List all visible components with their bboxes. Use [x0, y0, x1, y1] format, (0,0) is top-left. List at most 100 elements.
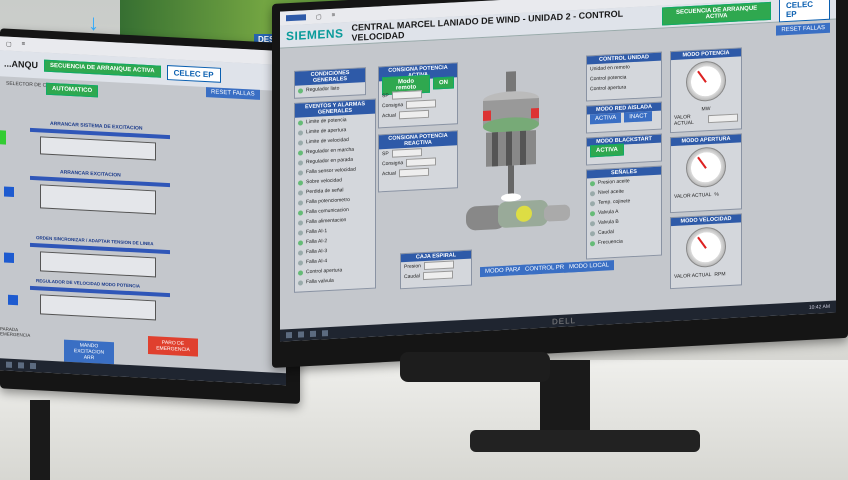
evento-row-label: Perdida de señal — [306, 187, 344, 196]
evento-row-label: Falla AI-3 — [306, 248, 328, 256]
status-dot — [298, 159, 303, 166]
status-dot — [298, 139, 303, 146]
start-icon[interactable] — [6, 361, 12, 368]
left-step-indicator-2 — [4, 252, 14, 264]
status-dot — [298, 199, 303, 206]
senal-row-label: Temp. cojinete — [598, 198, 631, 206]
bottom-button-3[interactable]: MODO LOCAL — [564, 260, 615, 273]
power-gauge-icon — [686, 60, 726, 103]
evento-row-label: Limite de velocidad — [306, 136, 349, 146]
condiciones-row: Regulador listo — [306, 85, 340, 94]
status-dot — [298, 249, 303, 256]
senal-row-label: Presion aceite — [598, 178, 630, 186]
right-sequence-button[interactable]: SECUENCIA DE ARRANQUE ACTIVA — [662, 1, 771, 26]
espiral-caudal-field — [422, 270, 453, 281]
left-app-title: ...ANQU — [4, 58, 39, 71]
reactiva-sp-label: SP — [382, 150, 389, 158]
control-unidad-row-3: Control apertura — [590, 84, 627, 93]
senal-row-label: Valvula B — [598, 218, 619, 226]
evento-row-label: Falla AI-1 — [306, 228, 328, 236]
evento-row-label: Falla valvula — [306, 277, 334, 286]
left-step-box-2 — [40, 184, 156, 215]
gauge-apertura-label: VALOR ACTUAL — [674, 191, 712, 200]
folder-icon[interactable] — [30, 362, 36, 370]
search-icon[interactable] — [298, 331, 304, 338]
left-reset-button[interactable]: RESET FALLAS — [206, 87, 260, 100]
modo-red-activa-button[interactable]: ACTIVA — [590, 112, 622, 125]
left-footer-button-b[interactable]: PARO DE EMERGENCIA — [148, 336, 198, 357]
status-dot — [298, 119, 303, 126]
reactiva-actual-field — [398, 167, 429, 178]
browser-icon[interactable] — [322, 330, 328, 337]
status-dot — [298, 179, 303, 186]
gauge-apertura-header: MODO APERTURA — [671, 134, 741, 147]
status-dot — [298, 149, 303, 156]
speaker-bar — [400, 352, 550, 382]
gauge-potencia-header: MODO POTENCIA — [671, 48, 741, 61]
evento-row-label: Falla potenciometro — [306, 196, 350, 206]
evento-row-label: Falla AI-2 — [306, 238, 328, 246]
panel-condiciones: CONDICIONES GENERALES Regulador listo — [294, 67, 366, 99]
panel-control-unidad: CONTROL UNIDAD Unidad en remoto Control … — [586, 51, 662, 102]
panel-consigna-reactiva: CONSIGNA POTENCIA REACTIVA SP Consigna A… — [378, 130, 458, 193]
panel-gauge-velocidad: MODO VELOCIDAD VALOR ACTUAL RPM — [670, 213, 742, 290]
control-unidad-row-1: Unidad en remoto — [590, 64, 630, 73]
consigna-label: Consigna — [382, 102, 404, 110]
left-sequence-button[interactable]: SECUENCIA DE ARRANQUE ACTIVA — [44, 59, 161, 78]
search-icon[interactable] — [18, 362, 24, 369]
status-dot — [590, 200, 595, 206]
evento-row-label: Regulador en parada — [306, 156, 353, 166]
senal-row-label: Nivel aceite — [598, 188, 624, 196]
evento-row-label: Falla alimentacion — [306, 217, 347, 226]
speed-gauge-icon — [686, 226, 726, 269]
reactiva-sp-field[interactable] — [391, 148, 422, 158]
evento-row-label: Sobre velocidad — [306, 177, 342, 186]
reactiva-actual-label: Actual — [382, 170, 396, 178]
consigna-sp-label: SP — [382, 92, 389, 100]
left-celec-logo: CELEC EP — [166, 64, 221, 83]
panel-gauge-potencia: MODO POTENCIA MW VALOR ACTUAL — [670, 47, 742, 134]
evento-row-label: Falla sensor velocidad — [306, 166, 356, 176]
left-status-led — [0, 130, 6, 145]
panel-consigna-activa: CONSIGNA POTENCIA ACTIVA Modo remotoON S… — [378, 62, 458, 129]
left-footer-button-a[interactable]: MANDO EXCITACION ARR — [64, 339, 114, 365]
reactiva-label: Consigna — [382, 160, 404, 168]
evento-row-label: Control apertura — [306, 267, 343, 276]
consigna-on-button[interactable]: ON — [433, 76, 454, 90]
gauge-velocidad-label: VALOR ACTUAL — [674, 271, 712, 280]
espiral-caudal-label: Caudal — [404, 273, 420, 281]
status-dot — [298, 279, 303, 286]
status-dot — [590, 190, 595, 196]
modo-red-inactiva-button[interactable]: INACT — [624, 111, 653, 123]
status-dot — [298, 129, 303, 136]
left-monitor: ▢ ≡ ...ANQU SECUENCIA DE ARRANQUE ACTIVA … — [0, 28, 300, 404]
panel-gauge-apertura: MODO APERTURA VALOR ACTUAL% — [670, 133, 742, 214]
left-step-indicator-1 — [4, 186, 14, 198]
evento-row-label: Limite de potencia — [306, 117, 347, 126]
blackstart-button[interactable]: ACTIVA — [590, 143, 624, 158]
gauge-potencia-unit: MW — [701, 106, 711, 113]
espiral-presion-label: Presion — [404, 263, 421, 271]
right-reset-button[interactable]: RESET FALLAS — [776, 22, 830, 36]
status-dot — [298, 229, 303, 236]
start-icon[interactable] — [286, 331, 292, 339]
dell-logo: DELL — [552, 316, 577, 327]
consigna-field[interactable] — [406, 99, 437, 109]
status-dot — [298, 87, 303, 94]
gauge-velocidad-header: MODO VELOCIDAD — [671, 214, 741, 227]
left-selector-value[interactable]: AUTOMATICO — [46, 82, 99, 98]
evento-row-label: Regulador en marcha — [306, 146, 355, 156]
status-dot — [298, 269, 303, 276]
left-step-indicator-3 — [8, 294, 18, 306]
panel-eventos: EVENTOS Y ALARMAS GENERALES Limite de po… — [294, 98, 376, 293]
status-dot — [298, 169, 303, 176]
senal-row-label: Valvula A — [598, 208, 619, 216]
consigna-sp-field[interactable] — [391, 90, 422, 100]
right-celec-logo: CELEC EP — [778, 0, 830, 23]
gauge-velocidad-unit: RPM — [714, 271, 726, 278]
reactiva-field[interactable] — [406, 157, 437, 167]
status-dot — [590, 240, 595, 246]
status-dot — [298, 239, 303, 246]
panel-senales: SEÑALES Presion aceite Nivel aceite Temp. … — [586, 165, 662, 260]
folder-icon[interactable] — [310, 330, 316, 338]
